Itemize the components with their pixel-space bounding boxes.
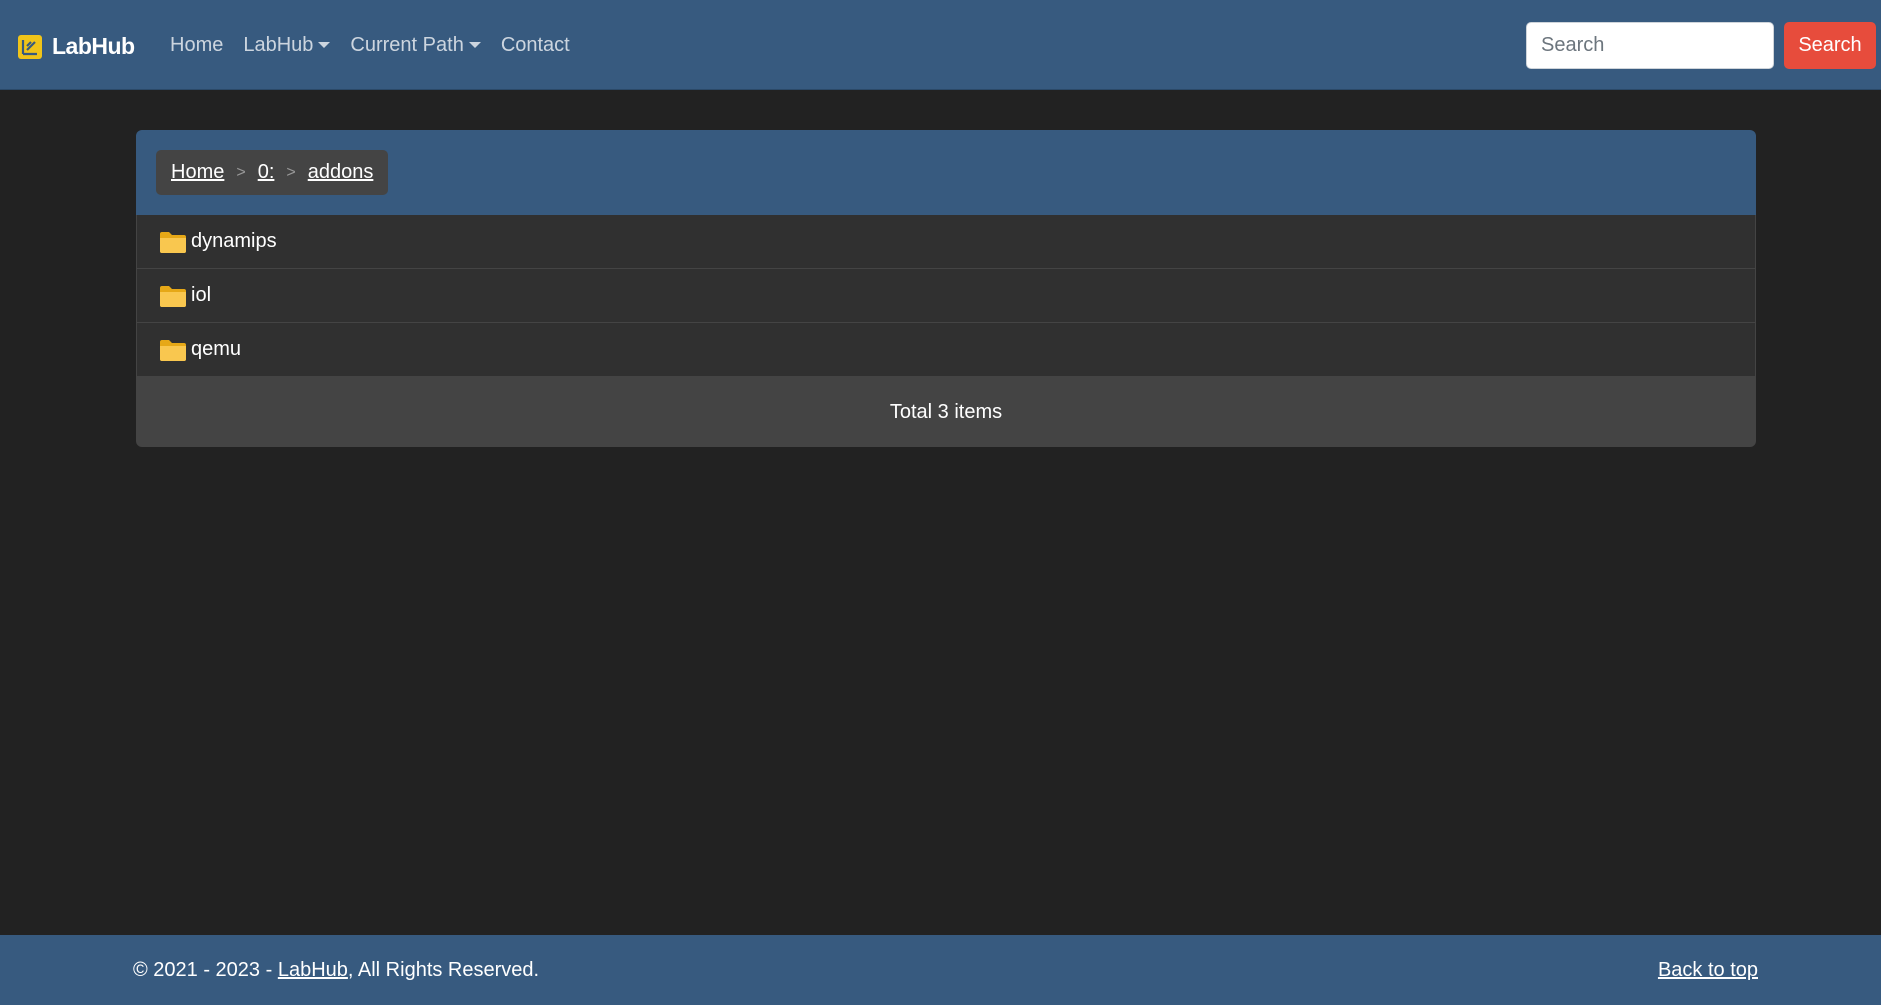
item-count: Total 3 items xyxy=(136,377,1756,447)
nav-contact[interactable]: Contact xyxy=(501,34,570,57)
labhub-logo-icon xyxy=(18,34,42,59)
brand-link[interactable]: LabHub xyxy=(18,33,135,60)
nav-home[interactable]: Home xyxy=(170,34,223,57)
footer-labhub-link[interactable]: LabHub xyxy=(278,959,348,981)
search-input[interactable] xyxy=(1526,22,1774,69)
breadcrumb-drive[interactable]: 0: xyxy=(258,161,275,184)
breadcrumb-addons[interactable]: addons xyxy=(308,161,374,184)
nav-labhub-label: LabHub xyxy=(243,33,314,56)
copyright: © 2021 - 2023 - LabHub, All Rights Reser… xyxy=(133,959,539,982)
caret-down-icon xyxy=(468,42,481,48)
copyright-prefix: © 2021 - 2023 - xyxy=(133,959,278,981)
caret-down-icon xyxy=(318,42,331,48)
card-header: Home > 0: > addons xyxy=(136,130,1756,215)
file-name: iol xyxy=(191,284,212,306)
file-list-card: Home > 0: > addons dynamips iol qemu Tot… xyxy=(136,130,1756,447)
folder-icon xyxy=(160,339,186,361)
nav-contact-label: Contact xyxy=(500,33,570,56)
back-to-top-link[interactable]: Back to top xyxy=(1658,959,1758,982)
folder-icon xyxy=(160,285,186,307)
breadcrumb: Home > 0: > addons xyxy=(156,150,389,195)
list-item[interactable]: qemu xyxy=(136,323,1756,377)
nav-current-path-label: Current Path xyxy=(350,33,464,56)
search-button[interactable]: Search xyxy=(1784,22,1876,69)
breadcrumb-home[interactable]: Home xyxy=(171,161,224,184)
file-list: dynamips iol qemu xyxy=(136,215,1756,377)
brand-name: LabHub xyxy=(52,33,135,59)
list-item[interactable]: iol xyxy=(136,269,1756,323)
breadcrumb-separator: > xyxy=(286,163,296,181)
breadcrumb-separator: > xyxy=(236,163,246,181)
file-name: qemu xyxy=(191,338,242,360)
navbar: LabHub Home LabHub Current Path Contact … xyxy=(0,0,1881,90)
copyright-suffix: , All Rights Reserved. xyxy=(347,959,540,981)
nav-current-path-dropdown[interactable]: Current Path xyxy=(350,33,481,57)
nav-links: Home LabHub Current Path Contact xyxy=(170,0,590,90)
page-footer: © 2021 - 2023 - LabHub, All Rights Reser… xyxy=(0,935,1881,1005)
nav-home-label: Home xyxy=(170,33,224,56)
folder-icon xyxy=(160,231,186,253)
file-name: dynamips xyxy=(191,230,277,252)
nav-labhub-dropdown[interactable]: LabHub xyxy=(243,33,331,57)
list-item[interactable]: dynamips xyxy=(136,215,1756,269)
